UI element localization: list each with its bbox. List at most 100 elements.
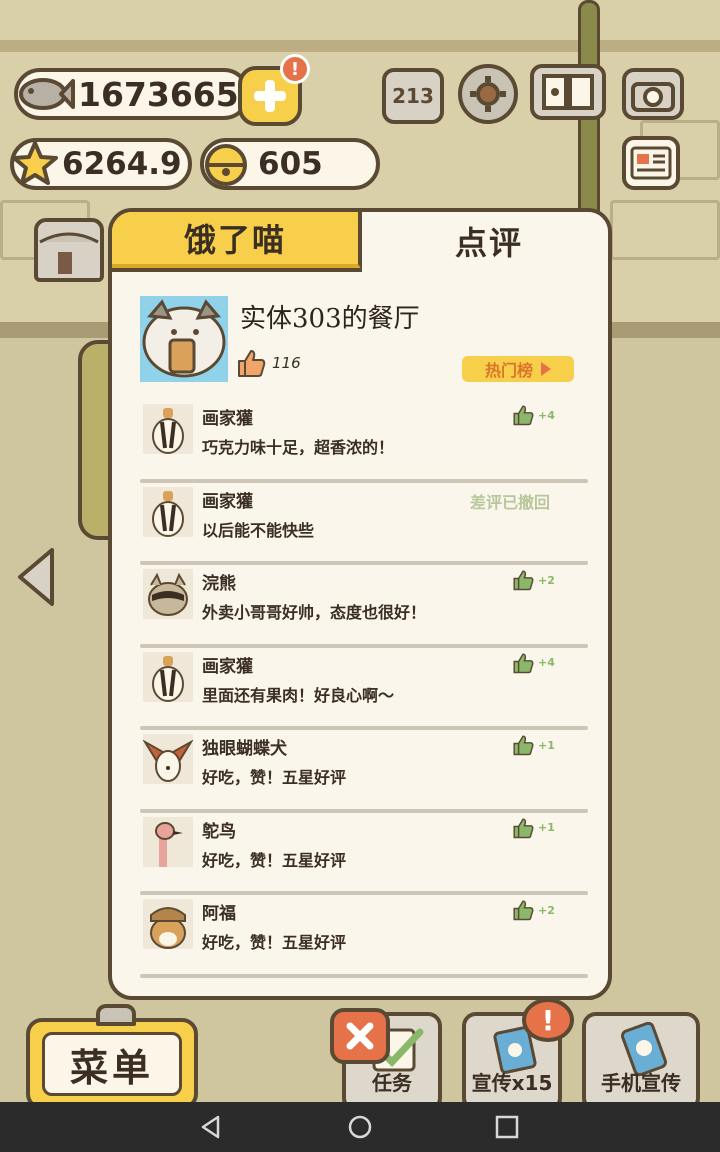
star-icon <box>10 138 60 188</box>
review-item: 鸵鸟 好吃，赞！五星好评 +1 <box>140 813 588 895</box>
camera-button[interactable] <box>622 68 684 120</box>
tab-divider <box>112 268 362 272</box>
newspaper-icon <box>630 146 672 180</box>
review-like-count: +2 <box>538 573 555 587</box>
review-item: 画家獾 巧克力味十足，超香浓的！ +4 <box>140 400 588 483</box>
bell-icon <box>200 138 252 190</box>
reviewer-name: 画家獾 <box>202 491 253 512</box>
review-item: 浣熊 外卖小哥哥好帅，态度也很好！ +2 <box>140 565 588 648</box>
fish-counter: 1673665 <box>14 68 250 120</box>
badger-avatar <box>143 651 193 702</box>
badger-avatar <box>143 486 193 537</box>
gear-icon <box>470 76 506 112</box>
review-like-count: +1 <box>538 738 555 752</box>
left-arrow-icon[interactable] <box>14 546 58 608</box>
tab-hungry-meow[interactable]: 饿了喵 <box>112 212 362 270</box>
restaurant-like-count: 116 <box>272 354 301 372</box>
review-like-count: +2 <box>538 903 555 917</box>
podium-icon: 213 <box>392 84 434 108</box>
reviewer-name: 画家獾 <box>202 656 253 677</box>
clipboard-clip-icon <box>96 1004 136 1026</box>
review-list: 画家獾 巧克力味十足，超香浓的！ +4 画家獾 以后能不能快些 差评已撤回 浣熊… <box>140 400 588 978</box>
review-text: 里面还有果肉！好良心啊～ <box>202 685 395 705</box>
review-text: 好吃，赞！五星好评 <box>202 768 347 787</box>
review-like-count: +1 <box>538 821 555 834</box>
review-text: 外卖小哥哥好帅，态度也很好！ <box>202 603 427 622</box>
reviewer-name: 阿福 <box>202 904 236 924</box>
settings-button[interactable] <box>458 64 518 124</box>
review-text: 好吃，赞！五星好评 <box>202 933 347 952</box>
phone-promotion-label: 手机宣传 <box>601 1071 681 1095</box>
review-panel: 饿了喵 点评 实体303的餐厅 116 热门榜 画家獾 巧克力味十足，超香浓的！… <box>108 208 612 1000</box>
bell-count: 605 <box>258 146 323 182</box>
tasks-label: 任务 <box>372 1071 412 1095</box>
ranking-button[interactable]: 213 <box>382 68 444 124</box>
review-like-count: +4 <box>538 408 555 422</box>
review-item: 独眼蝴蝶犬 好吃，赞！五星好评 +1 <box>140 730 588 813</box>
handbook-button[interactable] <box>530 64 606 120</box>
close-button[interactable] <box>330 1008 390 1064</box>
phone-promotion-button[interactable]: 手机宣传 <box>582 1012 700 1112</box>
fish-icon <box>12 68 76 120</box>
fish-count: 1673665 <box>78 74 239 114</box>
menu-button[interactable]: 菜单 <box>26 1004 198 1110</box>
background-beam-top <box>0 40 720 52</box>
thumbs-up-icon <box>513 652 534 673</box>
review-item: 阿福 好吃，赞！五星好评 +2 <box>140 895 588 978</box>
camera-icon <box>631 82 675 112</box>
review-divider <box>140 973 588 978</box>
thumbs-up-icon <box>513 817 534 838</box>
news-button[interactable] <box>622 136 680 190</box>
negative-review-withdrawn-label: 差评已撤回 <box>470 492 551 512</box>
reviewer-name: 独眼蝴蝶犬 <box>202 739 287 759</box>
review-like-count: +4 <box>538 656 555 669</box>
hot-ranking-button[interactable]: 热门榜 <box>462 356 574 382</box>
reviewer-name: 浣熊 <box>202 574 236 594</box>
system-navigation-bar <box>0 1102 720 1152</box>
thumbs-up-icon <box>513 570 534 591</box>
review-like[interactable]: +2 <box>512 569 555 591</box>
review-like[interactable]: +2 <box>512 899 555 921</box>
restaurant-likes: 116 <box>236 348 301 378</box>
thumbs-up-icon <box>513 900 534 921</box>
badger-avatar <box>143 404 193 454</box>
review-text: 巧克力味十足，超香浓的！ <box>202 438 395 457</box>
star-count: 6264.9 <box>62 146 182 182</box>
promotion-label: 宣传x15 <box>471 1071 553 1095</box>
afu-avatar <box>143 899 193 949</box>
review-item: 画家獾 里面还有果肉！好良心啊～ +4 <box>140 648 588 730</box>
papillon-dog-avatar <box>143 734 193 784</box>
book-icon <box>542 74 594 110</box>
raccoon-avatar <box>143 569 193 619</box>
close-icon <box>346 1022 374 1050</box>
bell-counter: 605 <box>200 138 380 190</box>
review-like[interactable]: +1 <box>512 817 555 839</box>
ostrich-avatar <box>143 816 193 867</box>
thumbs-up-icon <box>238 350 266 377</box>
recents-icon[interactable] <box>494 1114 520 1140</box>
home-icon[interactable] <box>347 1114 373 1140</box>
review-text: 以后能不能快些 <box>202 520 315 540</box>
store-icon <box>39 232 99 274</box>
reviewer-name: 鸵鸟 <box>202 821 236 842</box>
star-counter: 6264.9 <box>10 138 192 190</box>
review-text: 好吃，赞！五星好评 <box>202 850 347 870</box>
review-like[interactable]: +1 <box>512 734 555 756</box>
review-item: 画家獾 以后能不能快些 差评已撤回 <box>140 483 588 565</box>
back-icon[interactable] <box>198 1114 224 1140</box>
plus-alert-badge: ! <box>280 54 310 84</box>
review-like[interactable]: +4 <box>512 652 555 674</box>
shop-button[interactable] <box>34 218 104 282</box>
reviewer-name: 画家獾 <box>202 409 253 429</box>
arrow-right-icon <box>541 362 551 376</box>
restaurant-header: 实体303的餐厅 116 热门榜 <box>140 296 588 384</box>
restaurant-name: 实体303的餐厅 <box>240 304 420 334</box>
promotion-alert-badge: ! <box>522 998 574 1042</box>
plus-icon <box>254 80 286 112</box>
menu-label: 菜单 <box>42 1032 182 1096</box>
review-like[interactable]: +4 <box>512 404 555 426</box>
thumbs-up-icon <box>513 405 534 426</box>
thumbs-up-icon <box>513 735 534 756</box>
restaurant-avatar <box>140 296 228 382</box>
tab-reviews[interactable]: 点评 <box>366 212 608 270</box>
